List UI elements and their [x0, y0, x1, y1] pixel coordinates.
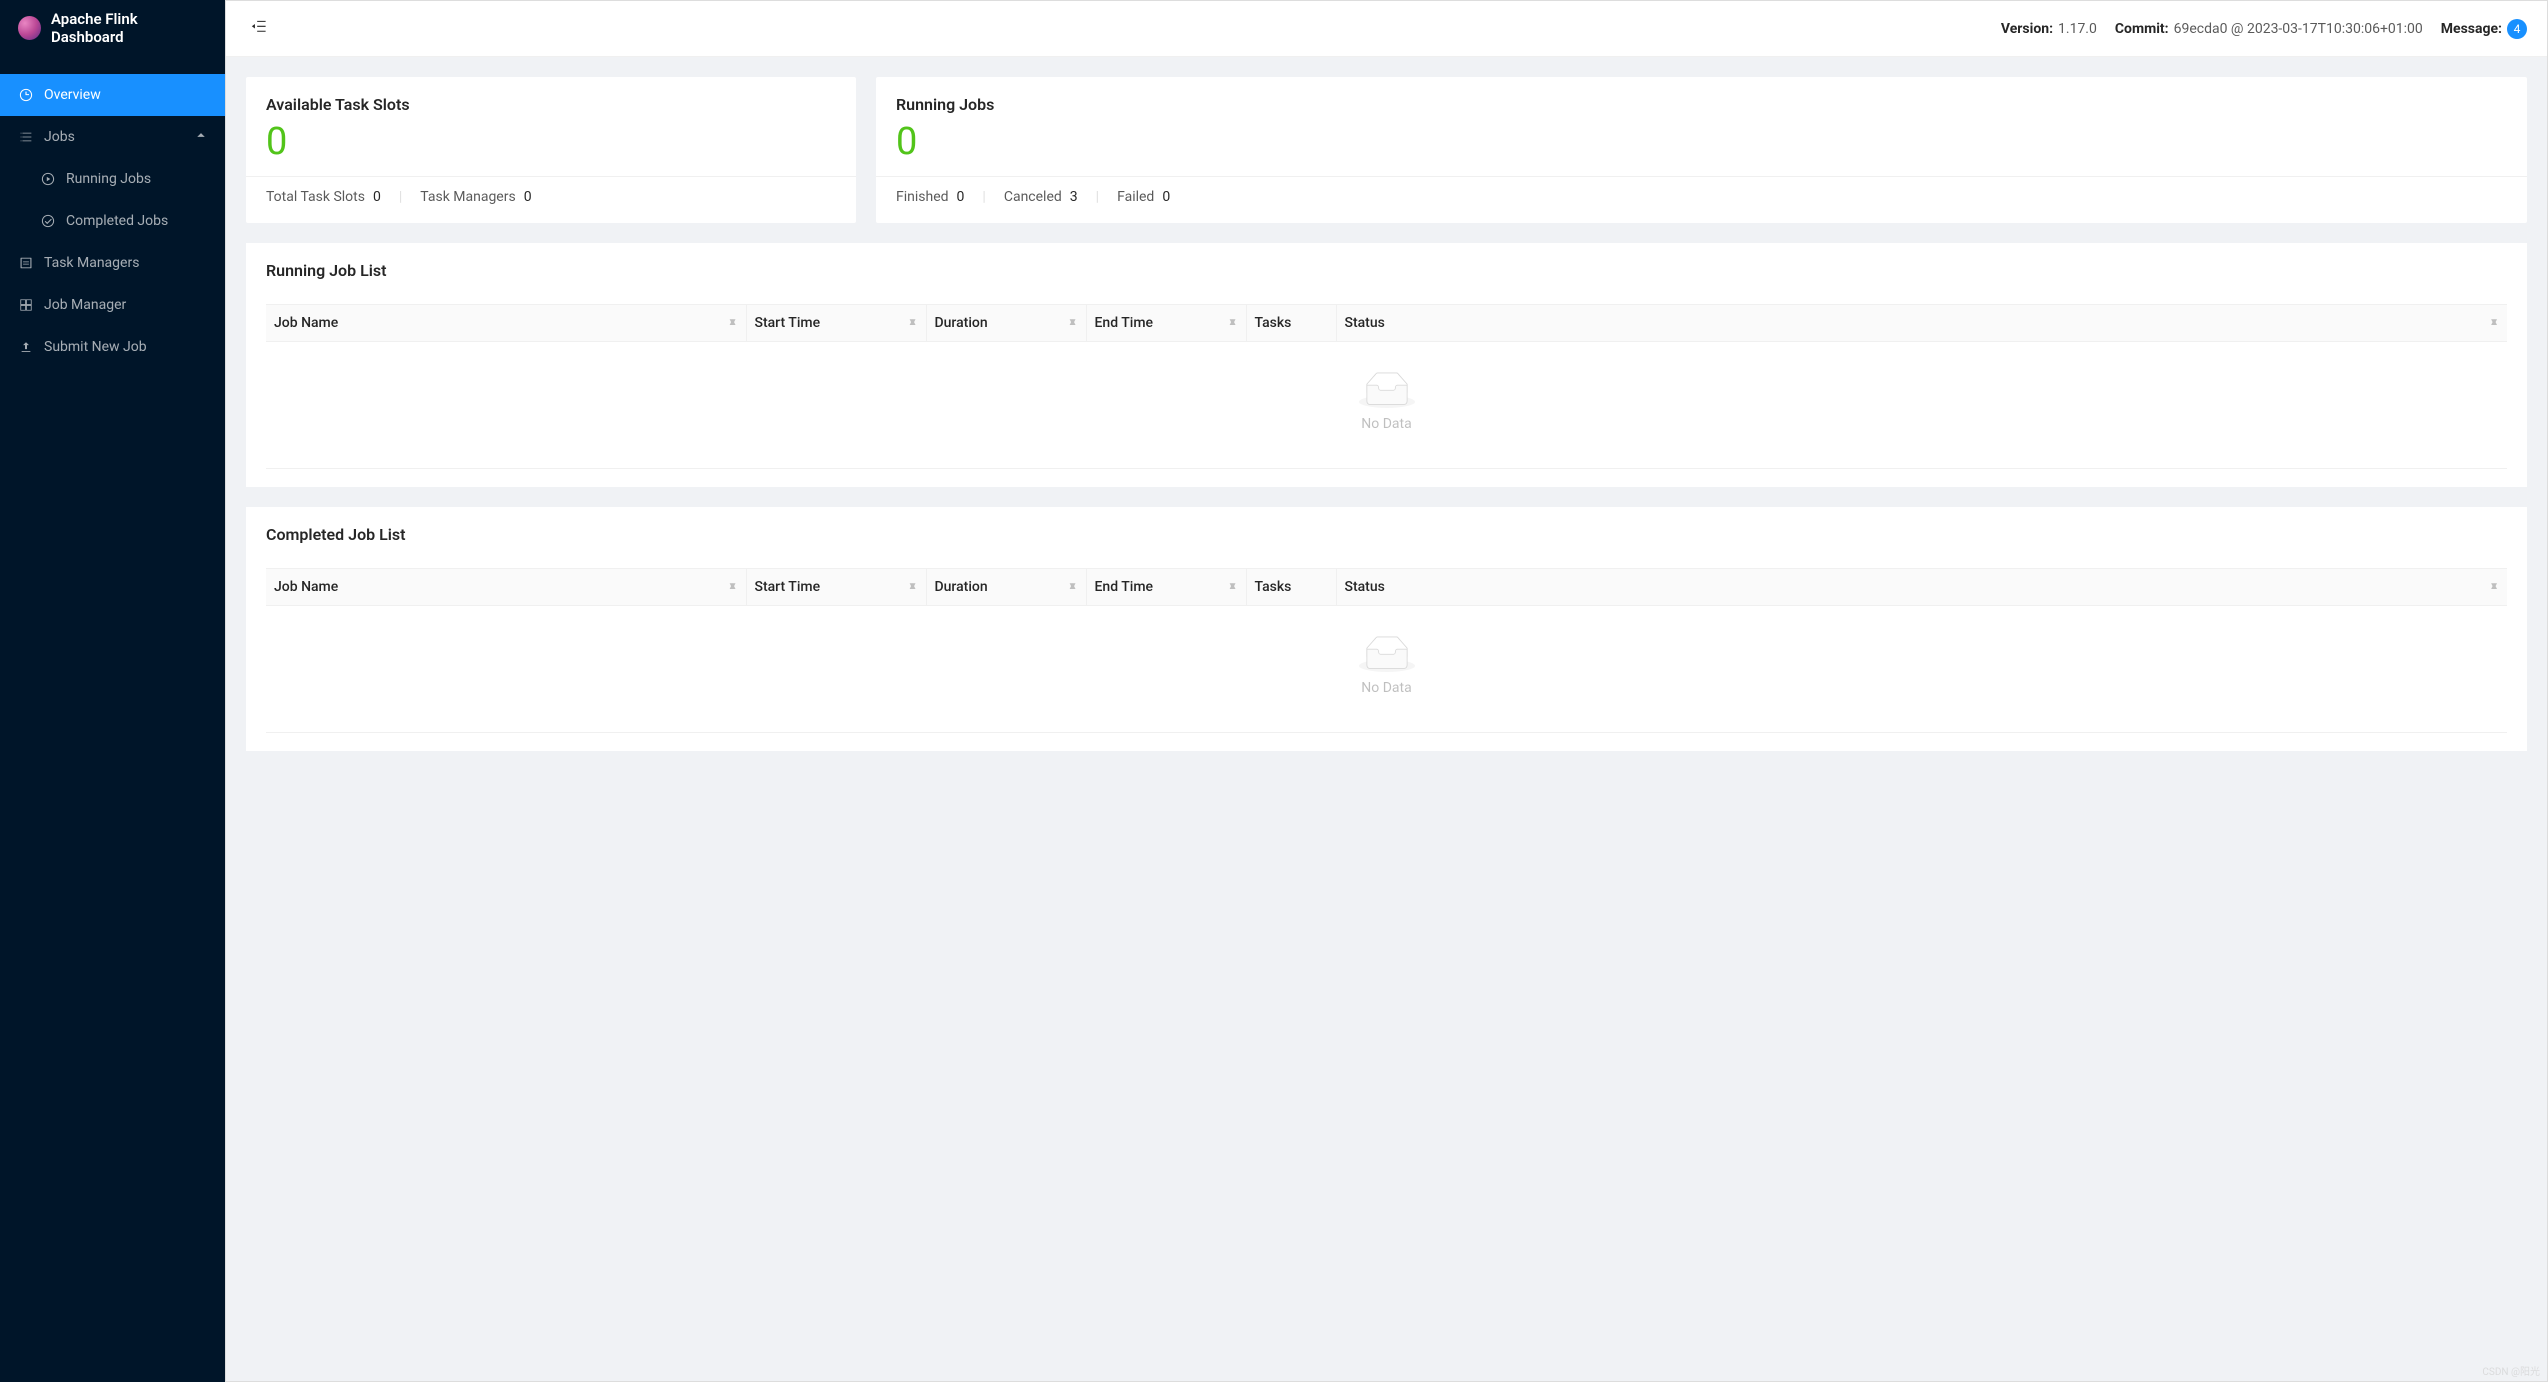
version-info: Version: 1.17.0 [2001, 21, 2097, 37]
empty-text: No Data [266, 680, 2507, 696]
header-info: Version: 1.17.0 Commit: 69ecda0 @ 2023-0… [2001, 19, 2527, 39]
running-job-list-card: Running Job List Job Name ▲▼ [246, 243, 2527, 487]
table-header-row: Job Name ▲▼ Start Time ▲▼ [266, 305, 2507, 342]
sidebar-collapse-button[interactable] [246, 14, 272, 44]
schedule-icon [18, 255, 34, 271]
commit-label: Commit: [2115, 21, 2169, 37]
commit-value: 69ecda0 @ 2023-03-17T10:30:06+01:00 [2174, 21, 2423, 37]
empty-state: No Data [266, 606, 2507, 733]
completed-job-list-card: Completed Job List Job Name ▲▼ [246, 507, 2527, 751]
sidebar-header: Apache Flink Dashboard [0, 0, 225, 56]
column-job-name[interactable]: Job Name ▲▼ [266, 305, 746, 342]
sidebar-item-completed-jobs[interactable]: Completed Jobs [0, 200, 225, 242]
column-job-name[interactable]: Job Name ▲▼ [266, 569, 746, 606]
column-end-time[interactable]: End Time ▲▼ [1086, 305, 1246, 342]
divider: | [982, 189, 985, 205]
build-icon [18, 297, 34, 313]
column-status[interactable]: Status ▲▼ [1336, 569, 2507, 606]
flink-logo-icon [18, 16, 41, 40]
card-title: Running Jobs [896, 95, 2507, 114]
sidebar-item-label: Task Managers [44, 255, 139, 271]
sidebar-item-label: Submit New Job [44, 339, 147, 355]
sidebar-item-jobs[interactable]: Jobs [0, 116, 225, 158]
sidebar-item-task-managers[interactable]: Task Managers [0, 242, 225, 284]
divider [246, 176, 856, 177]
sidebar-item-label: Job Manager [44, 297, 126, 313]
column-status[interactable]: Status ▲▼ [1336, 305, 2507, 342]
task-managers-count: Task Managers 0 [420, 189, 531, 205]
empty-box-icon [266, 636, 2507, 672]
sidebar-item-overview[interactable]: Overview [0, 74, 225, 116]
divider: | [1096, 189, 1099, 205]
column-start-time[interactable]: Start Time ▲▼ [746, 305, 926, 342]
available-task-slots-card: Available Task Slots 0 Total Task Slots … [246, 77, 856, 223]
running-jobs-value: 0 [896, 120, 2507, 164]
message-info[interactable]: Message: 4 [2441, 19, 2527, 39]
column-duration[interactable]: Duration ▲▼ [926, 569, 1086, 606]
commit-info: Commit: 69ecda0 @ 2023-03-17T10:30:06+01… [2115, 21, 2423, 37]
sidebar-item-submit-new-job[interactable]: Submit New Job [0, 326, 225, 368]
card-title: Available Task Slots [266, 95, 836, 114]
column-end-time[interactable]: End Time ▲▼ [1086, 569, 1246, 606]
table-header-row: Job Name ▲▼ Start Time ▲▼ [266, 569, 2507, 606]
sidebar-item-label: Running Jobs [66, 171, 151, 187]
dashboard-icon [18, 87, 34, 103]
column-tasks[interactable]: Tasks [1246, 305, 1336, 342]
card-title: Running Job List [266, 261, 2507, 280]
column-tasks[interactable]: Tasks [1246, 569, 1336, 606]
empty-text: No Data [266, 416, 2507, 432]
column-duration[interactable]: Duration ▲▼ [926, 305, 1086, 342]
content: Available Task Slots 0 Total Task Slots … [226, 57, 2547, 1381]
card-footer: Total Task Slots 0 | Task Managers 0 [266, 189, 836, 205]
completed-job-table: Job Name ▲▼ Start Time ▲▼ [266, 568, 2507, 606]
sidebar-item-label: Jobs [44, 129, 75, 145]
empty-state: No Data [266, 342, 2507, 469]
message-label: Message: [2441, 21, 2502, 37]
stats-row: Available Task Slots 0 Total Task Slots … [246, 77, 2527, 223]
total-task-slots: Total Task Slots 0 [266, 189, 381, 205]
divider: | [399, 189, 402, 205]
sidebar-item-running-jobs[interactable]: Running Jobs [0, 158, 225, 200]
top-header: Version: 1.17.0 Commit: 69ecda0 @ 2023-0… [226, 1, 2547, 57]
sidebar-item-label: Completed Jobs [66, 213, 168, 229]
watermark: CSDN @阳光 [2482, 1363, 2540, 1378]
sidebar: Apache Flink Dashboard Overview Jobs [0, 0, 225, 1382]
running-jobs-card: Running Jobs 0 Finished 0 | Canceled 3 [876, 77, 2527, 223]
bars-icon [18, 129, 34, 145]
sidebar-item-label: Overview [44, 87, 101, 103]
divider [876, 176, 2527, 177]
card-title: Completed Job List [266, 525, 2507, 544]
menu-fold-icon [250, 18, 268, 36]
version-value: 1.17.0 [2058, 21, 2097, 37]
column-start-time[interactable]: Start Time ▲▼ [746, 569, 926, 606]
finished-count: Finished 0 [896, 189, 964, 205]
sidebar-item-job-manager[interactable]: Job Manager [0, 284, 225, 326]
message-badge: 4 [2507, 19, 2527, 39]
version-label: Version: [2001, 21, 2053, 37]
play-circle-icon [40, 171, 56, 187]
available-task-slots-value: 0 [266, 120, 836, 164]
running-job-table: Job Name ▲▼ Start Time ▲▼ [266, 304, 2507, 342]
upload-icon [18, 339, 34, 355]
card-footer: Finished 0 | Canceled 3 | Failed 0 [896, 189, 2507, 205]
failed-count: Failed 0 [1117, 189, 1170, 205]
main-area: Version: 1.17.0 Commit: 69ecda0 @ 2023-0… [225, 0, 2548, 1382]
canceled-count: Canceled 3 [1004, 189, 1078, 205]
chevron-up-icon [195, 129, 207, 145]
empty-box-icon [266, 372, 2507, 408]
check-circle-icon [40, 213, 56, 229]
app-title: Apache Flink Dashboard [51, 10, 207, 46]
sidebar-menu: Overview Jobs Running Jobs [0, 56, 225, 1382]
